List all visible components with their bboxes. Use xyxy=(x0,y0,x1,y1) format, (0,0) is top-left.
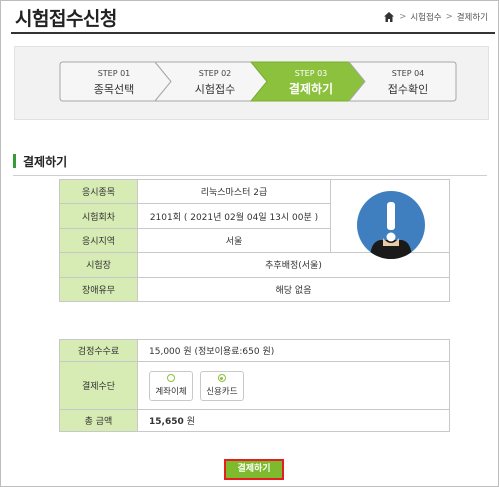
breadcrumb-item-exam-application[interactable]: 시험접수 xyxy=(410,11,441,23)
table-row: 검정수수료 15,000 원 (정보이용료:650 원) xyxy=(59,339,450,362)
no-photo-icon xyxy=(357,191,425,259)
total-amount: 15,650 xyxy=(149,417,184,427)
payment-option-label: 신용카드 xyxy=(206,387,238,397)
radio-button[interactable] xyxy=(167,374,175,382)
exam-session-label: 시험회차 xyxy=(59,203,138,229)
exam-subject-label: 응시종목 xyxy=(59,178,138,205)
payment-option-label: 계좌이체 xyxy=(155,387,187,397)
step-1: STEP 01 종목선택 xyxy=(59,61,169,101)
total-label: 총 금액 xyxy=(59,409,138,432)
step-2-name: 시험접수 xyxy=(194,83,236,96)
exam-info-table: 응시종목 리눅스마스터 2급 시험회차 2101회 ( 2021년 02월 04… xyxy=(59,178,450,302)
pay-button[interactable]: 결제하기 xyxy=(224,459,284,480)
table-row: 총 금액 15,650 원 xyxy=(59,409,450,432)
radio-button-selected[interactable] xyxy=(217,374,226,382)
exam-session-value: 2101회 ( 2021년 02월 04일 13시 00분 ) xyxy=(137,203,331,229)
total-value: 15,650 원 xyxy=(137,409,450,432)
exam-subject-value: 리눅스마스터 2급 xyxy=(137,178,331,205)
section-header: 결제하기 xyxy=(13,152,67,170)
breadcrumb: > 시험접수 > 결제하기 xyxy=(383,11,488,23)
step-2-label: STEP 02 xyxy=(198,69,232,78)
section-marker xyxy=(13,154,16,168)
payment-table: 검정수수료 15,000 원 (정보이용료:650 원) 결제수단 계좌이체 신… xyxy=(59,339,450,432)
title-divider xyxy=(11,32,495,34)
step-1-label: STEP 01 xyxy=(97,69,131,78)
applicant-photo xyxy=(330,178,450,259)
step-3-label: STEP 03 xyxy=(294,69,328,78)
step-3-name: 결제하기 xyxy=(288,82,334,96)
fee-label: 검정수수료 xyxy=(59,339,138,362)
step-1-name: 종목선택 xyxy=(93,83,135,96)
exam-region-value: 서울 xyxy=(137,227,331,254)
fee-value: 15,000 원 (정보이용료:650 원) xyxy=(137,339,450,362)
page-frame: 시험접수신청 > 시험접수 > 결제하기 STEP 01 종목선택 STEP 0… xyxy=(0,0,499,487)
section-divider xyxy=(13,175,487,176)
table-row: 응시종목 리눅스마스터 2급 xyxy=(59,178,450,259)
step-4-label: STEP 04 xyxy=(391,69,425,78)
step-2: STEP 02 시험접수 xyxy=(165,61,265,101)
breadcrumb-item-payment[interactable]: 결제하기 xyxy=(457,11,488,23)
payment-option-bank-transfer[interactable]: 계좌이체 xyxy=(149,370,193,401)
breadcrumb-separator: > xyxy=(399,12,407,22)
step-indicator: STEP 01 종목선택 STEP 02 시험접수 STEP 03 결제하기 S… xyxy=(14,46,489,120)
payment-option-credit-card[interactable]: 신용카드 xyxy=(199,370,244,401)
page-title: 시험접수신청 xyxy=(15,8,117,30)
step-4: STEP 04 접수확인 xyxy=(359,61,457,101)
breadcrumb-separator: > xyxy=(445,12,453,22)
total-unit: 원 xyxy=(186,417,195,427)
exam-venue-label: 시험장 xyxy=(59,252,138,278)
section-title: 결제하기 xyxy=(23,154,68,169)
disability-label: 장애유무 xyxy=(59,276,138,302)
disability-value: 해당 없음 xyxy=(137,276,450,302)
table-row: 장애유무 해당 없음 xyxy=(59,276,450,302)
home-icon[interactable] xyxy=(383,11,395,23)
payment-method-options: 계좌이체 신용카드 xyxy=(137,361,450,410)
table-row: 결제수단 계좌이체 신용카드 xyxy=(59,361,450,410)
step-4-name: 접수확인 xyxy=(387,83,429,96)
payment-method-label: 결제수단 xyxy=(59,361,138,410)
step-3-active: STEP 03 결제하기 xyxy=(261,61,361,101)
exam-region-label: 응시지역 xyxy=(59,227,138,254)
